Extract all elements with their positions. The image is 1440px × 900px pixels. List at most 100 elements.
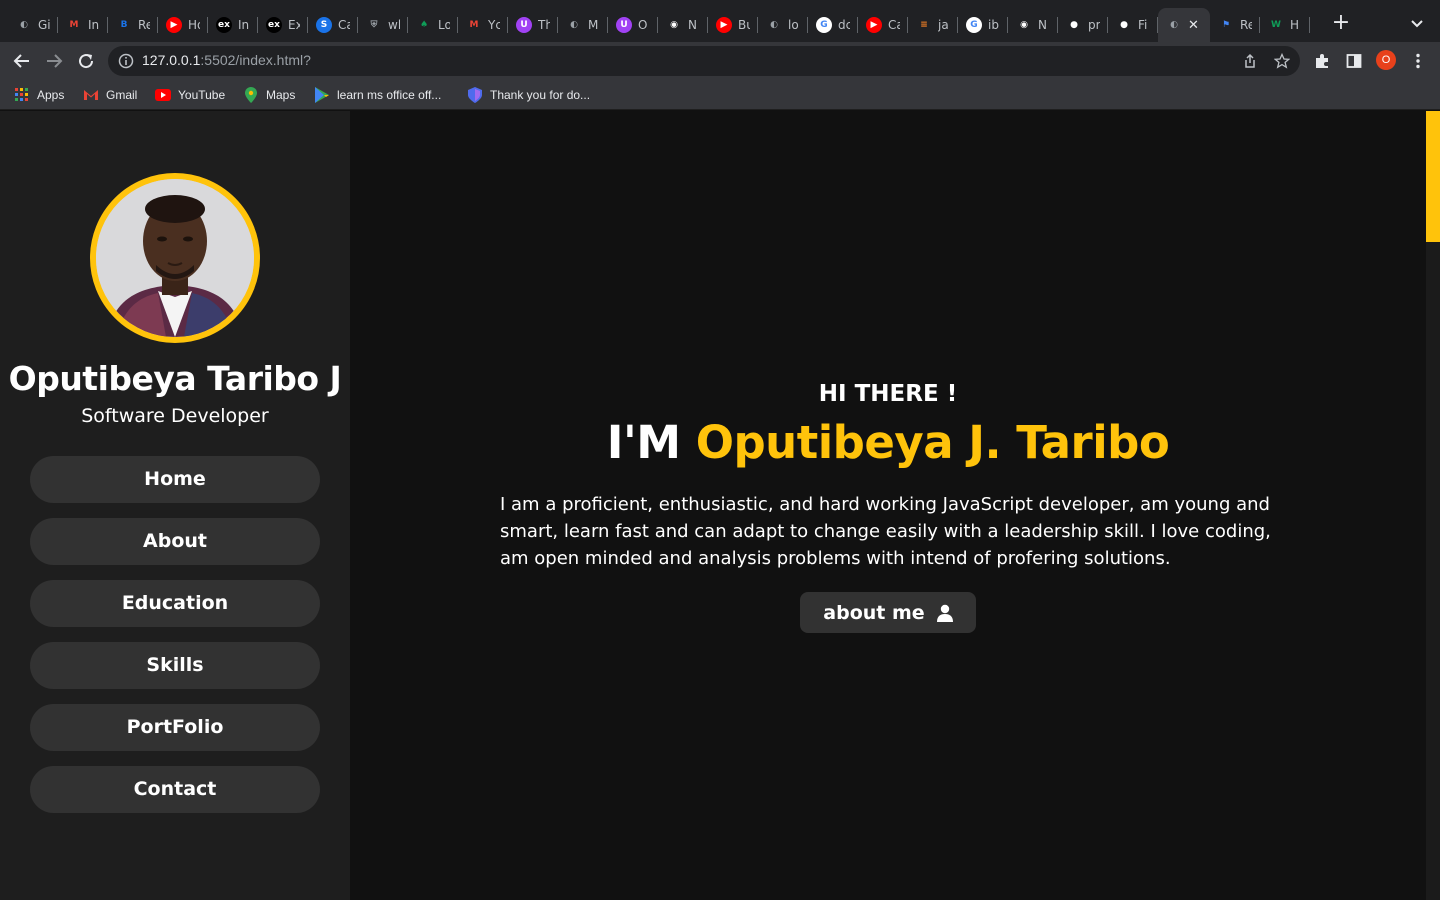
reload-icon[interactable] [74, 49, 98, 73]
nav-skills[interactable]: Skills [30, 642, 320, 689]
profile-name: Oputibeya Taribo J [8, 359, 342, 398]
browser-tab[interactable]: WH [1260, 8, 1310, 42]
hero-greeting: HI THERE ! [818, 381, 958, 407]
tab-title: Gi [38, 18, 50, 32]
extensions-puzzle-icon[interactable] [1312, 51, 1332, 71]
browser-tab[interactable]: ▶ Bu [708, 8, 758, 42]
nav-contact[interactable]: Contact [30, 766, 320, 813]
browser-tab[interactable]: ◉ N [1008, 8, 1058, 42]
browser-tab[interactable]: M In [58, 8, 108, 42]
browser-tab[interactable]: ♠ Lo [408, 8, 458, 42]
url-text: 127.0.0.1:5502/index.html? [142, 52, 311, 68]
tab-title: N [688, 18, 697, 32]
bookmark-gmail[interactable]: Gmail [83, 86, 137, 104]
gmail-icon: M [469, 20, 479, 30]
bookmark-maps[interactable]: Maps [243, 86, 295, 104]
browser-tab[interactable]: ◉ N [658, 8, 708, 42]
tab-title: Ca [338, 18, 350, 32]
browser-tab[interactable]: Gib [958, 8, 1008, 42]
bookmark-label: YouTube [178, 88, 226, 102]
browser-tab-strip: ◐GiMInBRe▶HoexInexExSCa⛨wh♠LoMYcUTh◐MUO◉… [0, 0, 1440, 48]
binance-icon: B [120, 20, 128, 30]
share-icon[interactable] [1242, 53, 1258, 69]
new-tab-button[interactable]: + [1330, 12, 1352, 34]
tab-title: Ho [188, 18, 200, 32]
s-icon: S [316, 17, 332, 33]
bookmark-apps[interactable]: Apps [14, 86, 64, 104]
browser-tab[interactable]: UO [608, 8, 658, 42]
browser-tab[interactable]: ▶ Ca [858, 8, 908, 42]
about-me-button-label: about me [823, 601, 925, 624]
bookmark-learn-ms-office[interactable]: learn ms office off... [314, 86, 441, 104]
forward-arrow-icon[interactable] [42, 49, 66, 73]
nav-portfolio[interactable]: PortFolio [30, 704, 320, 751]
browser-tab[interactable]: ◐ lo [758, 8, 808, 42]
bookmark-label: learn ms office off... [337, 88, 442, 102]
browser-tab[interactable]: ● Fi [1108, 8, 1158, 42]
scrollbar-thumb[interactable] [1426, 111, 1440, 242]
tab-title: H [1290, 18, 1300, 32]
nav-home[interactable]: Home [30, 456, 320, 503]
more-menu-icon[interactable] [1408, 51, 1428, 71]
browser-tab[interactable]: ex Ex [258, 8, 308, 42]
purple-u-icon: U [616, 17, 632, 33]
bookmark-label: Gmail [106, 88, 138, 102]
tab-title: pr [1088, 18, 1100, 32]
tab-search-chevron-icon[interactable] [1408, 14, 1426, 32]
browser-tab[interactable]: ex In [208, 8, 258, 42]
tab-title: O [638, 18, 648, 32]
browser-tab[interactable]: B Re [108, 8, 158, 42]
tab-title: Lo [438, 18, 450, 32]
youtube-icon: ▶ [166, 17, 182, 33]
tab-title: Re [138, 18, 150, 32]
browser-tab[interactable]: M Yc [458, 8, 508, 42]
gmail-icon: M [69, 20, 79, 30]
side-panel-icon[interactable] [1344, 51, 1364, 71]
page-scrollbar[interactable] [1426, 111, 1440, 900]
browser-tab-active[interactable]: ◐ ✕ [1158, 8, 1210, 42]
browser-tab[interactable]: ⚑ Re [1210, 8, 1260, 42]
github-icon: ● [1070, 20, 1078, 30]
profile-avatar[interactable]: O [1376, 50, 1396, 70]
bookmark-label: Thank you for do... [490, 88, 591, 102]
close-tab-icon[interactable]: ✕ [1188, 18, 1199, 33]
globe-icon: ◐ [20, 20, 28, 30]
browser-tab[interactable]: ≡ ja [908, 8, 958, 42]
browser-tab[interactable]: U Th [508, 8, 558, 42]
browser-tab[interactable]: ⛨ wh [358, 8, 408, 42]
browser-tab[interactable]: Gdc [808, 8, 858, 42]
browser-tab[interactable]: ◐ Gi [8, 8, 58, 42]
back-arrow-icon[interactable] [10, 49, 34, 73]
nav-education[interactable]: Education [30, 580, 320, 627]
browser-tab[interactable]: ◐ M [558, 8, 608, 42]
globe-icon: ◐ [1170, 20, 1178, 30]
site-info-icon[interactable] [118, 53, 134, 73]
browser-tab[interactable]: ● pr [1058, 8, 1108, 42]
bookmark-thank-you[interactable]: Thank you for do... [467, 86, 590, 104]
github-icon: ● [1120, 20, 1128, 30]
google-icon: G [816, 17, 832, 33]
flag-icon: ⚑ [1221, 20, 1231, 30]
about-me-button[interactable]: about me [800, 592, 976, 633]
gmail-icon [83, 87, 99, 103]
tab-title: Ca [888, 18, 900, 32]
tab-title: Fi [1138, 18, 1148, 32]
sidebar-nav: Home About Education Skills PortFolio Co… [30, 456, 320, 828]
browser-tab[interactable]: S Ca [308, 8, 358, 42]
bookmark-star-icon[interactable] [1273, 52, 1291, 69]
browser-tab[interactable]: ▶ Ho [158, 8, 208, 42]
apps-grid-icon [14, 87, 30, 103]
globe-icon: ◐ [570, 20, 578, 30]
tab-title: Ex [288, 18, 300, 32]
bookmark-youtube[interactable]: YouTube [155, 86, 225, 104]
tab-list: ◐GiMInBRe▶HoexInexExSCa⛨wh♠LoMYcUTh◐MUO◉… [8, 8, 1310, 42]
address-bar[interactable]: 127.0.0.1:5502/index.html? [108, 46, 1300, 76]
ex-icon: ex [266, 17, 282, 33]
tab-title: lo [788, 18, 799, 32]
nav-about[interactable]: About [30, 518, 320, 565]
tab-title: Bu [738, 18, 750, 32]
youtube-icon: ▶ [866, 17, 882, 33]
hero-headline-name: Oputibeya J. Taribo [695, 416, 1170, 469]
profile-sidebar: Oputibeya Taribo J Software Developer Ho… [0, 111, 350, 900]
chrome-icon: ◉ [1020, 20, 1028, 30]
